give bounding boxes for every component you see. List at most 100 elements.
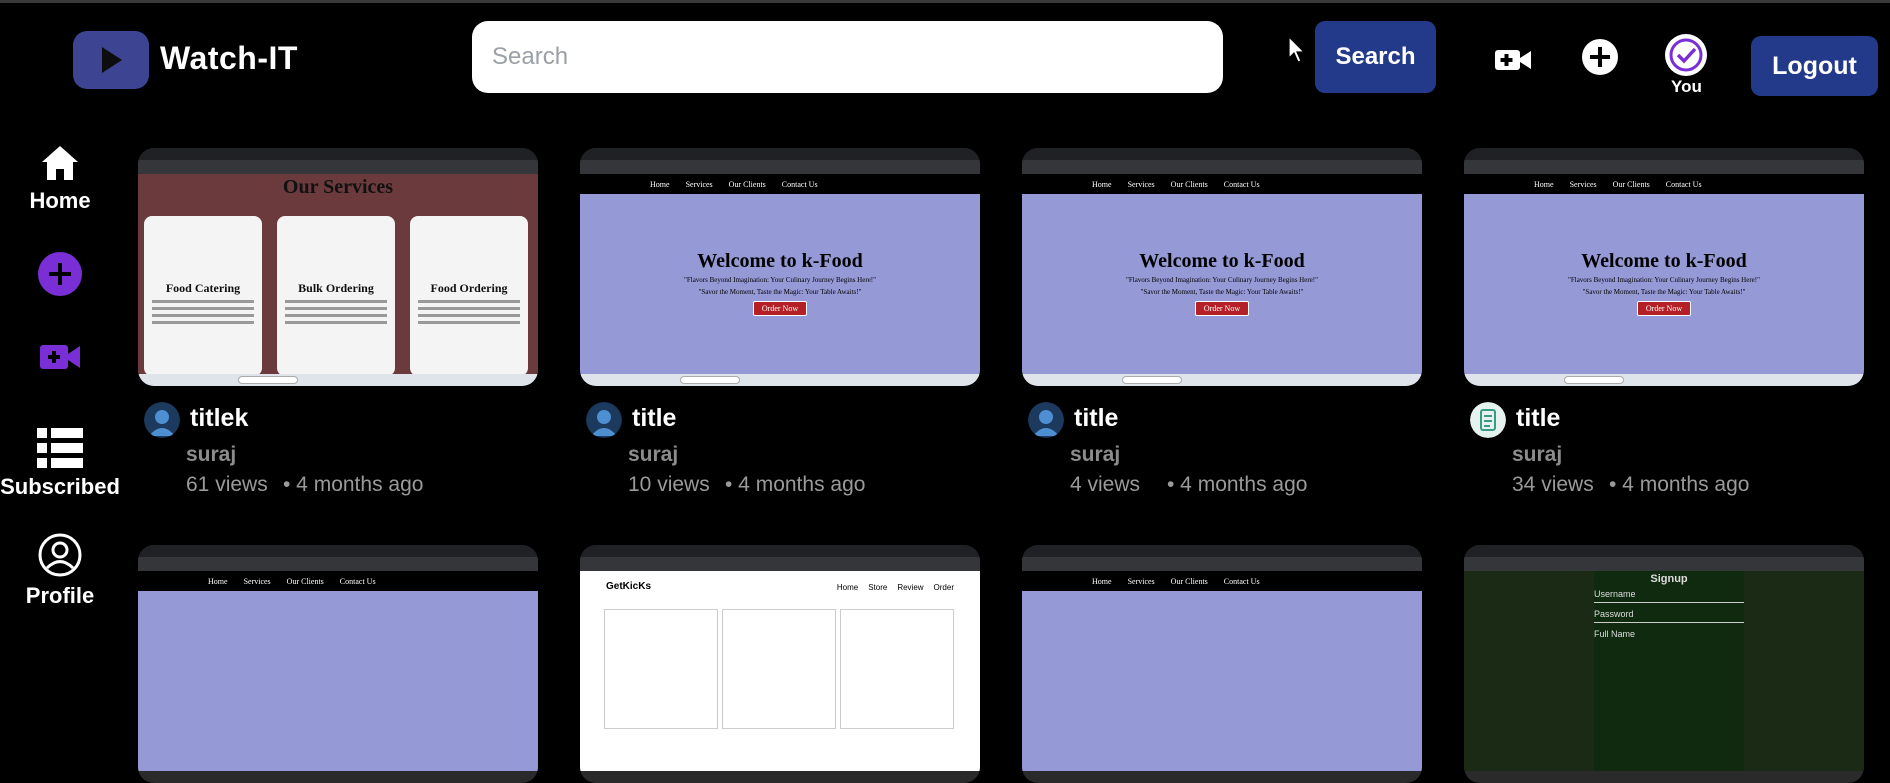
thumb-brand: GetKicKs xyxy=(606,581,652,592)
thumb-tagline: "Savor the Moment, Taste the Magic: Your… xyxy=(698,288,862,296)
window-top-border xyxy=(0,0,1890,3)
video-age: • 4 months ago xyxy=(725,473,866,496)
video-card[interactable]: Our Services Food Catering Bulk Ordering… xyxy=(138,148,538,506)
thumb-nav-item: Review xyxy=(897,583,924,592)
thumb-card-title: Bulk Ordering xyxy=(298,281,374,295)
thumb-tagline: "Flavors Beyond Imagination: Your Culina… xyxy=(684,276,876,284)
thumb-nav-item: Services xyxy=(243,576,271,586)
video-title[interactable]: title xyxy=(1074,404,1118,433)
video-card[interactable]: Home Services Our Clients Contact Us xyxy=(1022,545,1422,783)
thumb-tagline: "Savor the Moment, Taste the Magic: Your… xyxy=(1140,288,1304,296)
thumb-nav-item: Contact Us xyxy=(1223,576,1260,586)
video-card[interactable]: Home Services Our Clients Contact Us Welcom… xyxy=(580,148,980,506)
video-card[interactable]: Signup Username Password Full Name xyxy=(1464,545,1864,783)
search-input[interactable] xyxy=(472,21,1223,93)
thumb-order-button: Order Now xyxy=(1636,301,1692,316)
search-button[interactable]: Search xyxy=(1315,21,1436,93)
thumb-nav-item: Services xyxy=(685,179,713,189)
video-author[interactable]: suraj xyxy=(1070,443,1120,467)
video-age: • 4 months ago xyxy=(283,473,424,496)
video-thumbnail[interactable]: Signup Username Password Full Name xyxy=(1464,545,1864,783)
video-age: • 4 months ago xyxy=(1609,473,1750,496)
thumb-field-label: Username xyxy=(1594,589,1636,599)
thumb-nav-item: Our Clients xyxy=(286,576,324,586)
video-thumbnail[interactable]: Home Services Our Clients Contact Us Welcom… xyxy=(1022,148,1422,386)
add-icon[interactable] xyxy=(1581,38,1619,81)
sidebar-item-label: Subscribed xyxy=(0,474,120,499)
thumb-heading: Signup xyxy=(1650,573,1688,585)
home-icon xyxy=(42,146,78,180)
logo-icon[interactable] xyxy=(73,31,149,89)
channel-avatar[interactable] xyxy=(586,402,622,438)
thumb-nav-item: Home xyxy=(208,576,228,586)
video-age: • 4 months ago xyxy=(1167,473,1308,496)
video-author[interactable]: suraj xyxy=(186,443,236,467)
thumb-nav-item: Contact Us xyxy=(1223,179,1260,189)
thumb-card-title: Food Ordering xyxy=(430,281,508,295)
video-thumbnail[interactable]: GetKicKs Home Store Review Order xyxy=(580,545,980,783)
thumb-nav-item: Contact Us xyxy=(781,179,818,189)
user-avatar-icon[interactable] xyxy=(1664,33,1708,82)
thumb-tagline: "Flavors Beyond Imagination: Your Culina… xyxy=(1568,276,1760,284)
video-title[interactable]: title xyxy=(632,404,676,433)
thumb-heading: Welcome to k-Food xyxy=(1581,250,1747,272)
thumb-nav-item: Services xyxy=(1569,179,1597,189)
video-views: 34 views xyxy=(1512,473,1594,496)
video-thumbnail[interactable]: Our Services Food Catering Bulk Ordering… xyxy=(138,148,538,386)
video-title[interactable]: title xyxy=(1516,404,1560,433)
video-author[interactable]: suraj xyxy=(1512,443,1562,467)
thumb-heading: Welcome to k-Food xyxy=(1139,250,1305,272)
video-title[interactable]: titlek xyxy=(190,404,248,433)
user-circle-icon xyxy=(38,533,82,577)
thumb-nav-item: Our Clients xyxy=(1170,576,1208,586)
video-views: 61 views xyxy=(186,473,268,496)
thumb-heading: Our Services xyxy=(282,176,394,198)
sidebar-item-create[interactable] xyxy=(0,251,120,297)
app-title[interactable]: Watch-IT xyxy=(160,40,298,77)
thumb-nav-item: Services xyxy=(1127,576,1155,586)
channel-avatar[interactable] xyxy=(144,402,180,438)
thumb-nav-item: Our Clients xyxy=(728,179,766,189)
upload-video-icon[interactable] xyxy=(1494,46,1532,79)
thumb-field-label: Full Name xyxy=(1594,629,1636,639)
video-thumbnail[interactable]: Home Services Our Clients Contact Us Welcom… xyxy=(580,148,980,386)
thumb-nav-item: Our Clients xyxy=(1612,179,1650,189)
video-card[interactable]: Home Services Our Clients Contact Us Welcom… xyxy=(1022,148,1422,506)
channel-avatar[interactable] xyxy=(1028,402,1064,438)
logout-button[interactable]: Logout xyxy=(1751,36,1878,96)
video-thumbnail[interactable]: Home Services Our Clients Contact Us Welcom… xyxy=(1464,148,1864,386)
thumb-nav-item: Order xyxy=(933,583,954,592)
thumb-card-title: Food Catering xyxy=(165,281,241,295)
you-label[interactable]: You xyxy=(1671,77,1702,97)
video-card[interactable]: GetKicKs Home Store Review Order xyxy=(580,545,980,783)
sidebar-item-subscribed[interactable]: Subscribed xyxy=(0,428,120,500)
sidebar-item-label: Profile xyxy=(25,583,95,608)
thumb-heading: Welcome to k-Food xyxy=(697,250,863,272)
thumb-tagline: "Savor the Moment, Taste the Magic: Your… xyxy=(1582,288,1746,296)
thumb-order-button: Order Now xyxy=(752,301,808,316)
thumb-nav-item: Contact Us xyxy=(1665,179,1702,189)
thumb-order-button: Order Now xyxy=(1194,301,1250,316)
thumb-nav-item: Services xyxy=(1127,179,1155,189)
channel-avatar[interactable] xyxy=(1470,402,1506,438)
video-card[interactable]: Home Services Our Clients Contact Us xyxy=(138,545,538,783)
video-thumbnail[interactable]: Home Services Our Clients Contact Us xyxy=(138,545,538,783)
thumb-nav-item: Home xyxy=(650,179,670,189)
sidebar-item-home[interactable]: Home xyxy=(0,144,120,214)
thumb-nav-item: Our Clients xyxy=(1170,179,1208,189)
thumb-nav-item: Home xyxy=(1092,179,1112,189)
sidebar-item-profile[interactable]: Profile xyxy=(0,533,120,609)
video-author[interactable]: suraj xyxy=(628,443,678,467)
thumb-nav-item: Contact Us xyxy=(339,576,376,586)
sidebar-item-label: Home xyxy=(29,188,91,213)
video-thumbnail[interactable]: Home Services Our Clients Contact Us xyxy=(1022,545,1422,783)
video-views: 10 views xyxy=(628,473,710,496)
sidebar-item-upload[interactable] xyxy=(0,341,120,373)
video-card[interactable]: Home Services Our Clients Contact Us Welcom… xyxy=(1464,148,1864,506)
mouse-cursor-icon xyxy=(1288,35,1306,69)
add-circle-icon xyxy=(38,252,82,296)
thumb-nav-item: Home xyxy=(1092,576,1112,586)
thumb-nav-item: Store xyxy=(868,583,888,592)
video-views: 4 views xyxy=(1070,473,1141,496)
list-icon xyxy=(37,428,83,468)
